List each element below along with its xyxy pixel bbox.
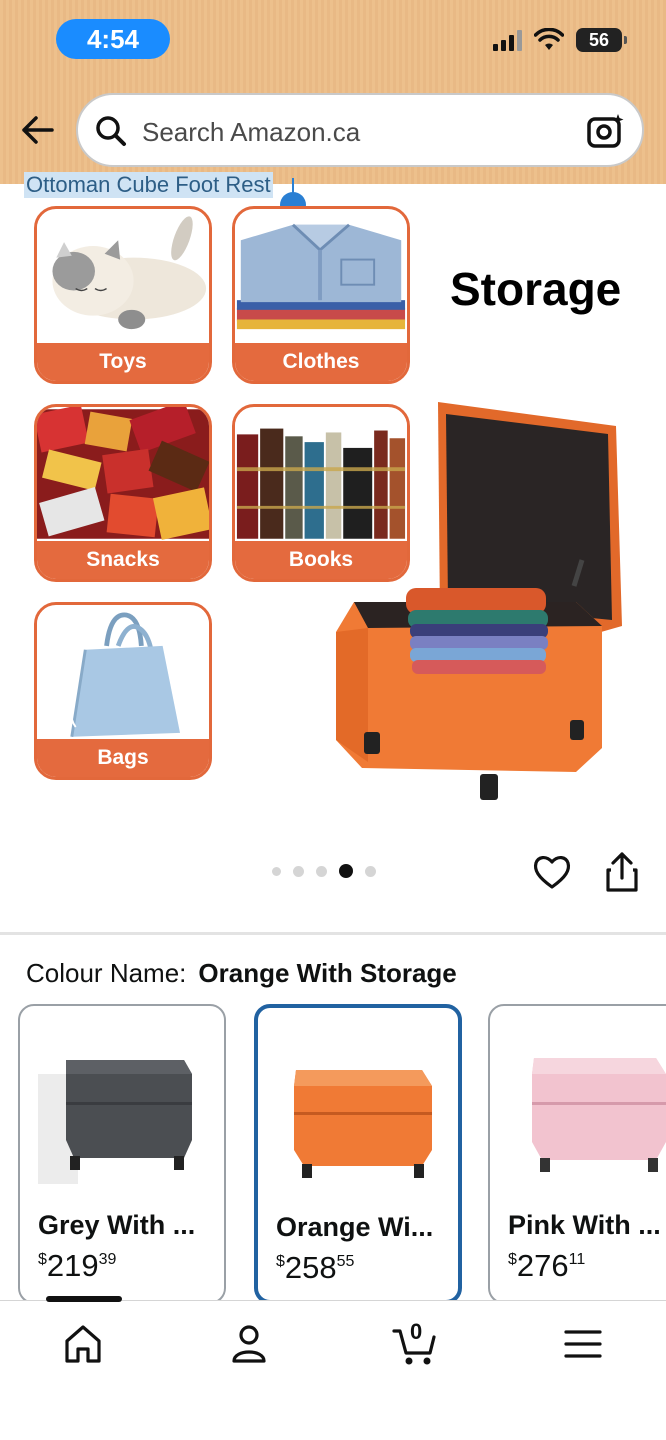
colour-swatch-pink[interactable]: Pink With ... $27611 [488,1004,666,1304]
cart-count: 0 [410,1319,423,1344]
category-label: Clothes [235,343,407,381]
orange-ottoman-image [294,1070,432,1178]
category-card-snacks: Snacks [34,404,212,582]
carousel-dot[interactable] [365,865,376,877]
product-title-snippet: Ottoman Cube Foot Rest [24,172,273,198]
search-placeholder: Search Amazon.ca [142,117,361,147]
swatch-name: Grey With ... [38,1210,196,1240]
share-icon[interactable] [602,850,642,894]
nav-active-indicator [46,1296,122,1302]
cellular-signal-icon [493,29,522,51]
colour-value: Orange With Storage [198,958,457,988]
cart-button[interactable]: 0 [390,1319,440,1369]
swatch-price: $21939 [38,1248,117,1283]
carousel-dot[interactable] [293,865,304,877]
colour-label: Colour Name: [26,958,187,988]
category-label: Snacks [37,541,209,579]
swatch-price: $25855 [276,1250,355,1285]
menu-icon[interactable] [558,1319,608,1369]
snacks-image [37,407,209,540]
category-label: Toys [37,343,209,381]
search-icon [96,116,126,146]
bottom-navigation: 0 [0,1296,666,1440]
category-label: Bags [37,739,209,777]
carousel-dot[interactable] [316,865,327,877]
colour-swatch-orange[interactable]: Orange Wi... $25855 [254,1004,462,1304]
hero-heading: Storage [450,263,622,315]
category-card-bags: Bags [34,602,212,780]
status-time: 4:54 [56,19,170,59]
home-icon[interactable] [58,1319,108,1369]
swatch-name: Orange Wi... [276,1212,434,1242]
swatch-price: $27611 [508,1248,586,1283]
product-page: 4:54 56 Search Amazon.ca Ottoman Cube Fo… [0,0,666,1440]
swatch-name: Pink With ... [508,1210,661,1240]
colour-name-row: Colour Name: Orange With Storage [26,958,457,989]
camera-search-icon[interactable] [586,111,626,151]
colour-swatch-grey[interactable]: Grey With ... $21939 [18,1004,226,1304]
image-carousel-dots[interactable] [272,864,376,878]
battery-icon: 56 [576,28,627,52]
category-card-toys: Toys [34,206,212,384]
folded-shirts-image [235,211,407,341]
category-card-clothes: Clothes [232,206,410,384]
plush-cat-image [37,211,209,341]
carousel-dot[interactable] [272,866,281,876]
back-arrow-icon[interactable] [18,110,58,150]
wifi-icon [534,28,564,50]
carousel-dot-active[interactable] [339,864,353,878]
search-input[interactable]: Search Amazon.ca [76,93,644,167]
status-icons: 56 [493,28,627,52]
handbag-image [37,607,209,737]
section-divider [0,932,666,935]
grey-ottoman-image [38,1060,192,1184]
header: 4:54 56 Search Amazon.ca [0,0,666,184]
orange-ottoman-open-image [336,402,622,800]
wishlist-heart-icon[interactable] [532,852,572,892]
account-icon[interactable] [224,1319,274,1369]
pink-ottoman-image [532,1058,666,1172]
